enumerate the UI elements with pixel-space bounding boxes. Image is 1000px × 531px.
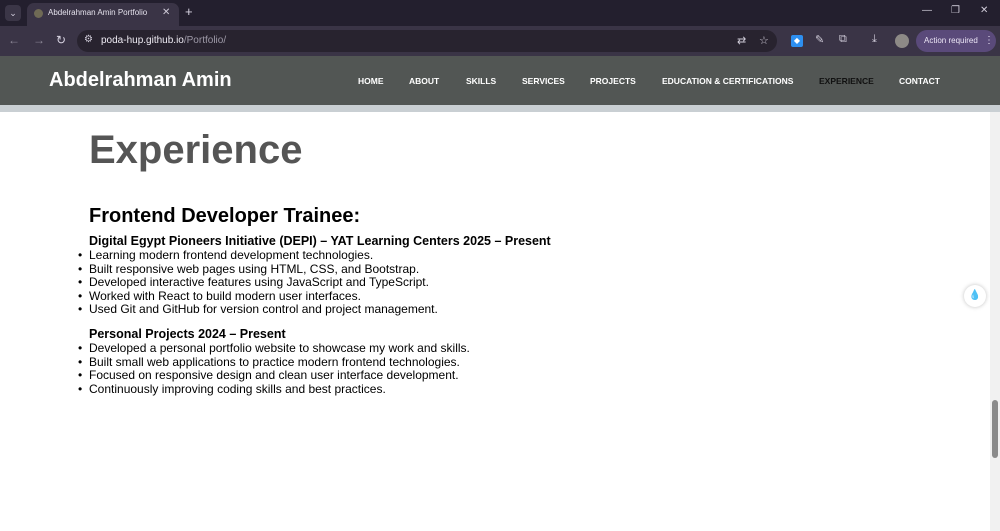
forward-icon[interactable]: → — [33, 33, 45, 47]
extensions-puzzle-icon[interactable]: ⧉ — [839, 33, 847, 46]
list-item: Developed a personal portfolio website t… — [78, 341, 470, 356]
experience-heading-personal: Personal Projects 2024 – Present — [89, 327, 286, 341]
window-close-icon[interactable]: ✕ — [980, 5, 988, 16]
action-required-label: Action required — [924, 36, 978, 45]
water-drop-widget-icon[interactable]: 💧 — [964, 285, 986, 307]
scrollbar-thumb[interactable] — [992, 400, 998, 458]
job-title: Frontend Developer Trainee: — [89, 205, 361, 227]
nav-education[interactable]: EDUCATION & CERTIFICATIONS — [662, 76, 793, 86]
header-divider — [0, 105, 1000, 112]
nav-services[interactable]: SERVICES — [522, 76, 565, 86]
new-tab-icon[interactable]: + — [185, 4, 193, 19]
nav-projects[interactable]: PROJECTS — [590, 76, 636, 86]
bookmark-star-icon[interactable]: ☆ — [759, 34, 769, 47]
list-item: Continuously improving coding skills and… — [78, 382, 470, 397]
list-item: Built responsive web pages using HTML, C… — [78, 262, 438, 277]
list-item: Focused on responsive design and clean u… — [78, 368, 470, 383]
experience-heading-depi: Digital Egypt Pioneers Initiative (DEPI)… — [89, 234, 551, 248]
tab-title: Abdelrahman Amin Portfolio — [48, 8, 148, 17]
browser-tab-strip: ⌄ Abdelrahman Amin Portfolio ✕ + — ❐ ✕ — [0, 0, 1000, 26]
translate-icon[interactable]: ⇄ — [737, 34, 746, 47]
address-bar[interactable]: ⚙ poda-hup.github.io/Portfolio/ ⇄ ☆ — [77, 30, 777, 52]
browser-tab[interactable]: Abdelrahman Amin Portfolio ✕ — [27, 3, 179, 26]
browser-toolbar: ← → ↻ ⚙ poda-hup.github.io/Portfolio/ ⇄ … — [0, 26, 1000, 56]
back-icon[interactable]: ← — [8, 33, 20, 47]
minimize-icon[interactable]: — — [922, 5, 932, 16]
nav-skills[interactable]: SKILLS — [466, 76, 496, 86]
site-nav: HOME ABOUT SKILLS SERVICES PROJECTS EDUC… — [0, 56, 1000, 105]
nav-experience[interactable]: EXPERIENCE — [819, 76, 874, 86]
download-icon[interactable]: ⤓ — [872, 33, 877, 46]
reload-icon[interactable]: ↻ — [56, 33, 66, 47]
eyedropper-icon[interactable]: ✎ — [815, 33, 824, 46]
favicon-icon — [34, 9, 43, 18]
tab-close-icon[interactable]: ✕ — [162, 7, 170, 18]
list-item: Built small web applications to practice… — [78, 355, 470, 370]
list-item: Used Git and GitHub for version control … — [78, 302, 438, 317]
menu-kebab-icon[interactable]: ⋮ — [984, 30, 994, 52]
nav-about[interactable]: ABOUT — [409, 76, 439, 86]
restore-icon[interactable]: ❐ — [951, 5, 960, 16]
site-info-icon[interactable]: ⚙ — [84, 34, 93, 45]
profile-avatar[interactable] — [895, 34, 909, 48]
extension-icon[interactable]: ◆ — [791, 35, 803, 47]
url-text[interactable]: poda-hup.github.io/Portfolio/ — [101, 35, 226, 46]
list-item: Worked with React to build modern user i… — [78, 289, 438, 304]
experience-list-personal: Developed a personal portfolio website t… — [78, 341, 470, 397]
list-item: Developed interactive features using Jav… — [78, 275, 438, 290]
tab-search-icon[interactable]: ⌄ — [5, 5, 21, 21]
site-header: Abdelrahman Amin HOME ABOUT SKILLS SERVI… — [0, 56, 1000, 105]
experience-list-depi: Learning modern frontend development tec… — [78, 248, 438, 317]
nav-contact[interactable]: CONTACT — [899, 76, 940, 86]
list-item: Learning modern frontend development tec… — [78, 248, 438, 263]
nav-home[interactable]: HOME — [358, 76, 384, 86]
page-scrollbar[interactable] — [990, 112, 1000, 531]
section-title: Experience — [89, 128, 303, 172]
